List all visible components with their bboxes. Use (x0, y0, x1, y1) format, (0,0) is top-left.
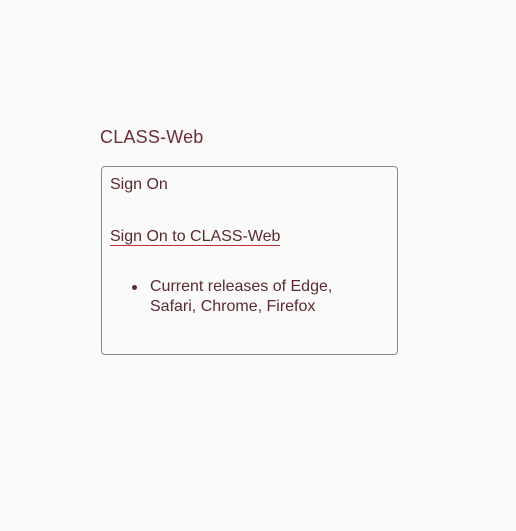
list-item: Current releases of Edge, Safari, Chrome… (132, 277, 362, 317)
signon-panel: Sign On Sign On to CLASS-Web Current rel… (101, 166, 398, 355)
signon-link[interactable]: Sign On to CLASS-Web (110, 228, 281, 246)
requirement-text: Current releases of Edge, Safari, Chrome… (150, 278, 333, 315)
page-title: CLASS-Web (100, 127, 204, 147)
browser-requirements-list: Current releases of Edge, Safari, Chrome… (132, 277, 362, 317)
signon-heading: Sign On (110, 176, 168, 193)
bullet-icon (132, 285, 137, 290)
